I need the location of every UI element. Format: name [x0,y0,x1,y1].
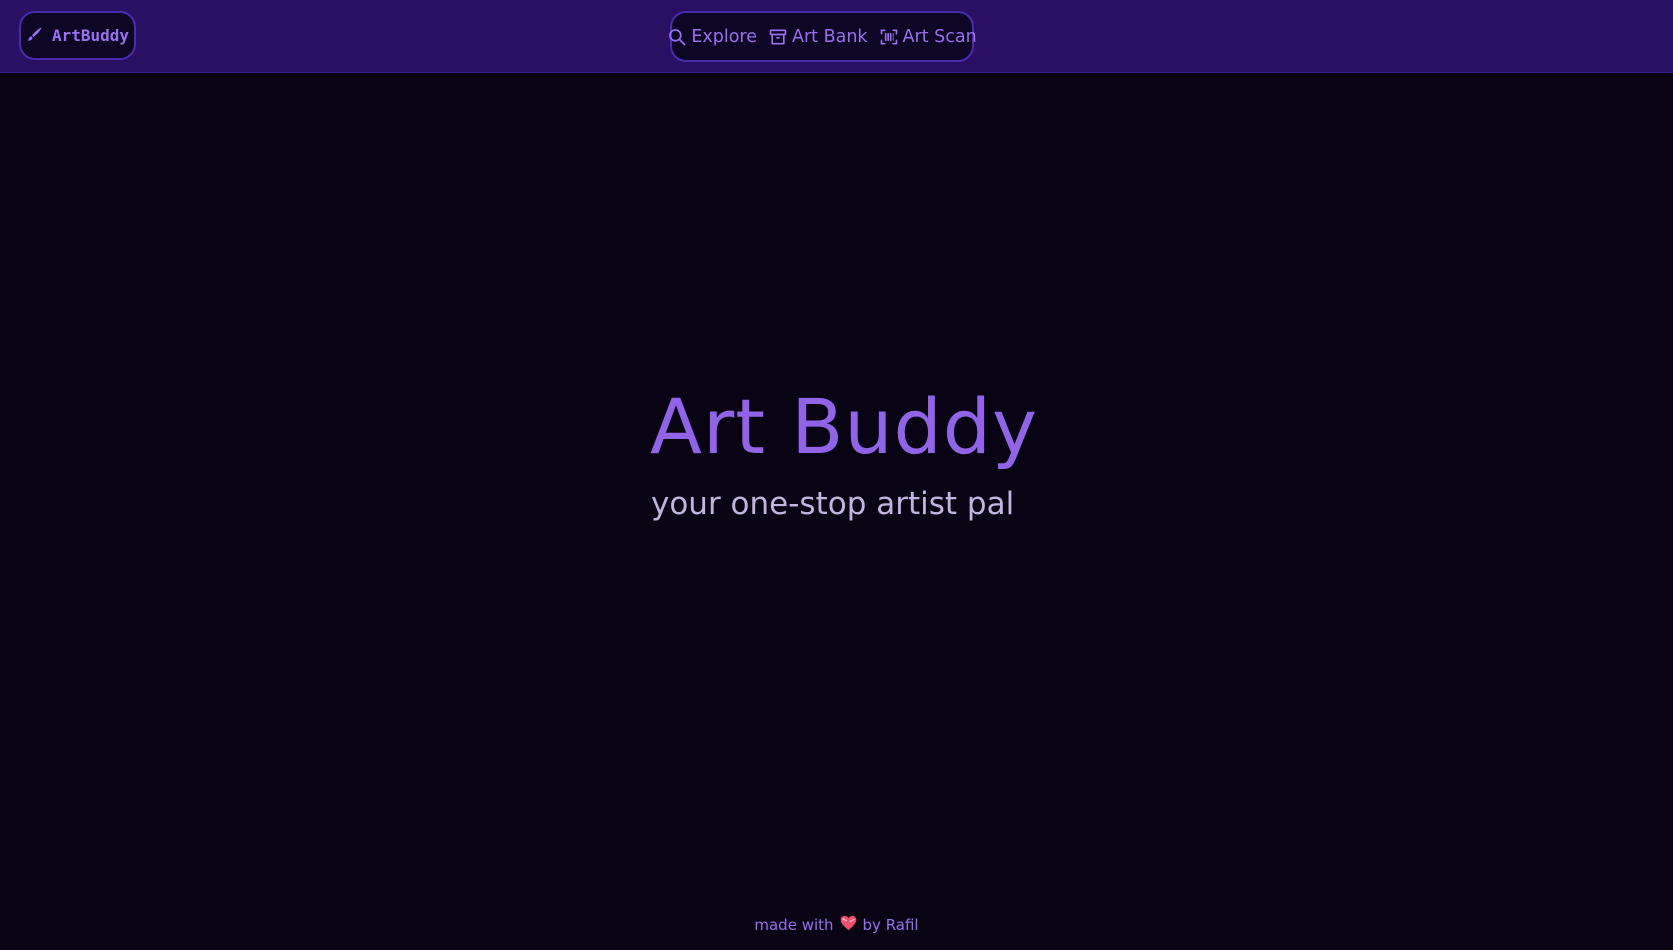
hero-section: Art Buddy your one-stop artist pal [0,0,1673,950]
footer-suffix: by Rafil [862,916,919,934]
search-icon [667,27,687,47]
nav-item-label: Explore [691,26,757,47]
hero-subtitle: your one-stop artist pal [651,486,1015,522]
nav-item-label: Art Scan [902,26,977,47]
brand-home-link[interactable]: ArtBuddy [19,11,136,60]
main-nav: Explore Art Bank Art Scan [667,11,977,62]
nav-item-label: Art Bank [792,26,868,47]
brand-label: ArtBuddy [51,26,130,45]
footer-prefix: made with [754,916,834,934]
heart-icon [840,915,857,935]
nav-item-art-scan[interactable]: Art Scan [879,27,977,47]
brush-icon [26,25,44,47]
archive-icon [768,27,788,47]
footer: made with by Rafil [0,915,1673,935]
scan-icon [879,27,899,47]
nav-item-explore[interactable]: Explore [667,27,757,47]
nav-item-art-bank[interactable]: Art Bank [768,27,868,47]
hero-title: Art Buddy [650,382,1038,471]
top-navbar: ArtBuddy Explore Art Bank Art Scan [0,0,1673,73]
